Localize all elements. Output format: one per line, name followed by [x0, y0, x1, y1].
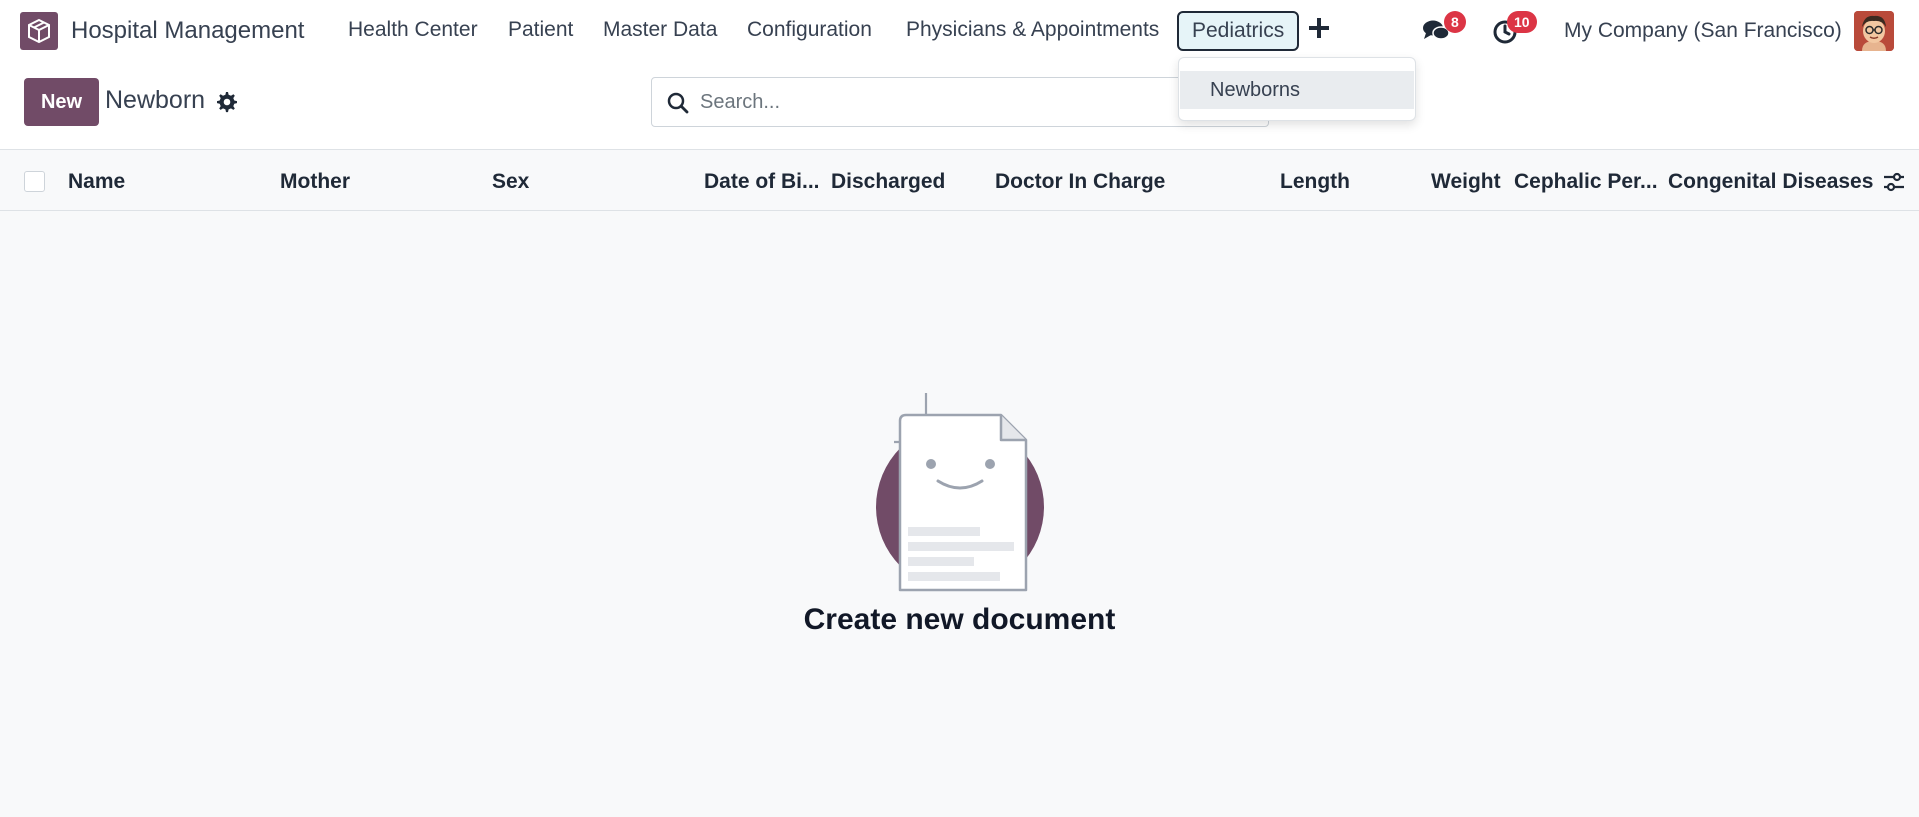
select-all-checkbox[interactable] — [24, 171, 45, 192]
column-header-date-of-birth[interactable]: Date of Bi... — [704, 170, 820, 194]
menu-health-center[interactable]: Health Center — [348, 18, 478, 42]
dropdown-item-newborns[interactable]: Newborns — [1180, 71, 1414, 109]
menu-configuration[interactable]: Configuration — [747, 18, 872, 42]
column-header-mother[interactable]: Mother — [280, 170, 350, 194]
search-bar[interactable] — [651, 77, 1269, 127]
column-header-congenital-diseases[interactable]: Congenital Diseases — [1668, 170, 1873, 194]
empty-document-illustration-icon — [870, 385, 1050, 595]
pediatrics-dropdown: Newborns — [1178, 57, 1416, 121]
column-header-doctor-in-charge[interactable]: Doctor In Charge — [995, 170, 1165, 194]
app-logo-icon[interactable] — [20, 12, 58, 50]
column-header-sex[interactable]: Sex — [492, 170, 529, 194]
column-header-discharged[interactable]: Discharged — [831, 170, 945, 194]
user-avatar[interactable] — [1854, 11, 1894, 51]
page-title: Newborn — [105, 86, 206, 114]
top-navbar: Hospital Management Health Center Patien… — [0, 0, 1919, 62]
menu-pediatrics[interactable]: Pediatrics — [1177, 11, 1300, 51]
column-header-name[interactable]: Name — [68, 170, 125, 194]
activities-badge: 10 — [1507, 11, 1537, 33]
empty-state-title: Create new document — [803, 603, 1116, 636]
column-header-cephalic-perimeter[interactable]: Cephalic Per... — [1514, 170, 1658, 194]
menu-patient[interactable]: Patient — [508, 18, 573, 42]
control-panel: New Newborn — [0, 62, 1919, 150]
search-input[interactable] — [700, 88, 1200, 116]
menu-physicians-appointments[interactable]: Physicians & Appointments — [906, 18, 1159, 42]
new-button[interactable]: New — [24, 78, 99, 126]
optional-columns-icon[interactable] — [1882, 170, 1906, 194]
list-header: Name Mother Sex Date of Bi... Discharged… — [0, 151, 1919, 211]
menu-master-data[interactable]: Master Data — [603, 18, 717, 42]
search-icon — [666, 91, 690, 115]
column-header-length[interactable]: Length — [1280, 170, 1350, 194]
gear-icon[interactable] — [216, 91, 238, 113]
messages-badge: 8 — [1444, 11, 1466, 33]
column-header-weight[interactable]: Weight — [1431, 170, 1501, 194]
company-switcher[interactable]: My Company (San Francisco) — [1564, 19, 1842, 43]
plus-icon[interactable] — [1308, 17, 1330, 39]
app-name[interactable]: Hospital Management — [71, 17, 304, 45]
